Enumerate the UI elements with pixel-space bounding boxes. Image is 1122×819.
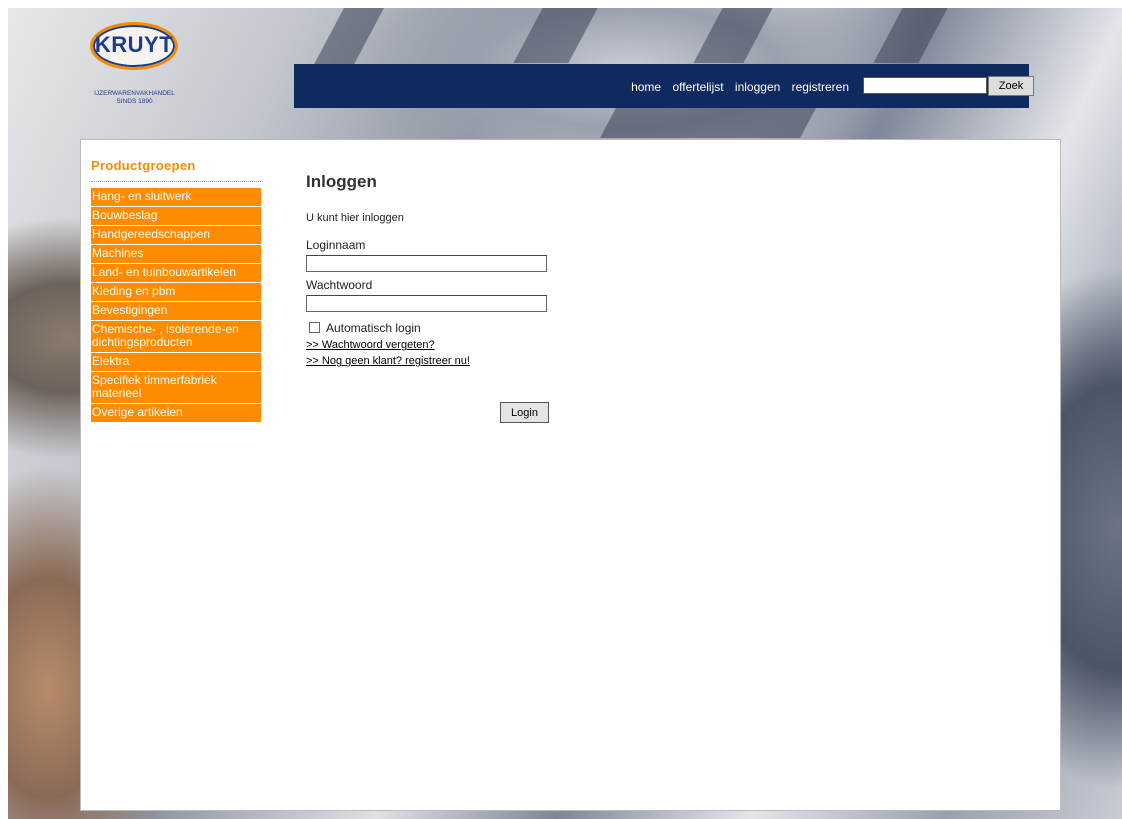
sidebar-item-bevestigingen[interactable]: Bevestigingen: [91, 302, 261, 321]
search-input[interactable]: [863, 77, 987, 94]
sidebar-item-land-en-tuinbouw[interactable]: Land- en tuinbouwartikelen: [91, 264, 261, 283]
username-label: Loginnaam: [306, 238, 366, 252]
login-button[interactable]: Login: [500, 402, 549, 423]
logo-tagline: IJZERWARENVAKHANDEL: [94, 90, 175, 97]
page-title: Inloggen: [306, 172, 377, 191]
nav-link-registreren[interactable]: registreren: [792, 80, 849, 94]
top-navigation-bar: home offertelijst inloggen registreren Z…: [294, 64, 1034, 108]
top-nav-links: home offertelijst inloggen registreren: [623, 80, 849, 94]
register-link[interactable]: >> Nog geen klant? registreer nu!: [306, 355, 566, 367]
sidebar-item-elektra[interactable]: Elektra: [91, 353, 261, 372]
forgot-password-link[interactable]: >> Wachtwoord vergeten?: [306, 339, 566, 351]
auto-login-label: Automatisch login: [326, 321, 421, 335]
sidebar-item-kleding-en-pbm[interactable]: Kleding en pbm: [91, 283, 261, 302]
sidebar-item-handgereedschappen[interactable]: Handgereedschappen: [91, 226, 261, 245]
nav-link-home[interactable]: home: [631, 80, 661, 94]
password-label: Wachtwoord: [306, 278, 373, 292]
nav-link-offertelijst[interactable]: offertelijst: [672, 80, 723, 94]
product-groups-sidebar: Productgroepen Hang- en sluitwerk Bouwbe…: [91, 158, 261, 423]
sidebar-item-timmerfabriek[interactable]: Specifiek timmerfabriek materieel: [91, 372, 261, 404]
sidebar-item-overige-artikelen[interactable]: Overige artikelen: [91, 404, 261, 423]
search-button[interactable]: Zoek: [988, 76, 1034, 96]
username-field[interactable]: [306, 255, 547, 272]
sidebar-title: Productgroepen: [91, 158, 261, 182]
login-intro: U kunt hier inloggen: [306, 212, 404, 224]
logo-brand: KRUYT: [94, 32, 174, 57]
auto-login-row: Automatisch login: [306, 321, 566, 335]
sidebar-item-bouwbeslag[interactable]: Bouwbeslag: [91, 207, 261, 226]
login-form: Inloggen U kunt hier inloggen Loginnaam …: [306, 172, 566, 423]
sidebar-item-machines[interactable]: Machines: [91, 245, 261, 264]
nav-link-inloggen[interactable]: inloggen: [735, 80, 780, 94]
logo-since: SINDS 1890: [116, 98, 153, 105]
sidebar-item-hang-en-sluitwerk[interactable]: Hang- en sluitwerk: [91, 188, 261, 207]
sidebar-menu: Hang- en sluitwerk Bouwbeslag Handgereed…: [91, 188, 261, 423]
kruyt-logo[interactable]: KRUYT IJZERWARENVAKHANDEL SINDS 1890: [82, 20, 187, 110]
sidebar-item-chemische-producten[interactable]: Chemische- , isolerende-en dichtingsprod…: [91, 321, 261, 353]
password-field[interactable]: [306, 295, 547, 312]
auto-login-checkbox[interactable]: [309, 322, 320, 334]
